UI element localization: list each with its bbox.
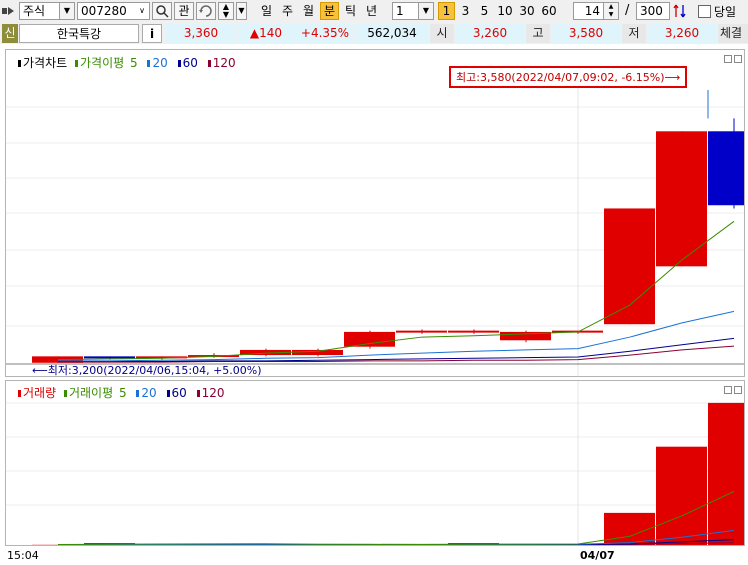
candle-body (708, 131, 744, 206)
open-price: 3,260 (455, 24, 525, 43)
high-price: 3,580 (551, 24, 621, 43)
x-axis (0, 546, 748, 565)
search-button[interactable] (152, 2, 172, 20)
current-price: 3,360 (166, 24, 236, 43)
period-button-1[interactable]: 주 (278, 2, 297, 20)
candle-body (396, 330, 447, 333)
price-chart-area (6, 80, 744, 376)
today-checkbox[interactable] (698, 5, 711, 18)
strength-label: 체결강 (718, 24, 748, 43)
interval-button-1[interactable]: 3 (457, 2, 474, 20)
interest-button[interactable]: 관 (174, 2, 194, 20)
interval-button-5[interactable]: 60 (539, 2, 559, 20)
volume-bar (656, 446, 707, 545)
chevron-down-icon[interactable]: ▼ (59, 3, 74, 19)
chevron-down-icon[interactable]: ▼ (418, 3, 433, 19)
toolbar: 주식 ▼ 007280 ∨ 관 ▲ ▼ ▼ 일주월분틱년 1 ▼ 1 3 5 10 30 6… (0, 0, 748, 23)
stock-code-input[interactable]: 007280 ∨ (77, 2, 150, 20)
stock-info-row: 신 한국특강 i 3,360 ▲140 +4.35% 562,034 시 3,2… (0, 23, 748, 44)
info-button[interactable]: i (142, 24, 162, 43)
volume-chart-area (6, 381, 744, 545)
high-annotation: 최고:3,580(2022/04/07,09:02, -6.15%)⟶ (449, 66, 688, 88)
interval-button-3[interactable]: 10 (495, 2, 515, 20)
candle-body (292, 349, 343, 356)
stock-code-value: 007280 (81, 4, 127, 18)
period-button-4[interactable]: 틱 (341, 2, 360, 20)
change-percent: +4.35% (296, 24, 354, 43)
high-label: 고 (526, 24, 550, 43)
settings-icon[interactable] (673, 3, 687, 19)
candle-body (656, 131, 707, 267)
stock-name: 한국특강 (19, 24, 139, 43)
search-icon (156, 5, 169, 18)
today-label: 당일 (714, 5, 737, 19)
count-separator: / (625, 3, 630, 18)
view-count-input[interactable]: 14 ▲ ▼ (573, 2, 619, 20)
interval-value: 1 (396, 4, 404, 18)
interval-button-4[interactable]: 30 (517, 2, 537, 20)
credit-badge: 신 (2, 24, 18, 43)
market-select[interactable]: 주식 ▼ (19, 2, 75, 20)
dropdown-button[interactable]: ▼ (236, 2, 247, 20)
interval-select[interactable]: 1 ▼ (392, 2, 434, 20)
period-button-0[interactable]: 일 (257, 2, 276, 20)
market-select-value: 주식 (23, 4, 46, 18)
low-annotation: ⟵최저:3,200(2022/04/06,15:04, +5.00%) (32, 364, 262, 377)
low-label: 저 (622, 24, 646, 43)
candle-body (604, 208, 655, 325)
refresh-button[interactable] (196, 2, 216, 20)
candle-body (344, 331, 395, 347)
total-count-input[interactable]: 300 (636, 2, 670, 20)
interval-button-0[interactable]: 1 (438, 2, 455, 20)
up-down-stepper[interactable]: ▲ ▼ (218, 2, 234, 20)
period-button-3[interactable]: 분 (320, 2, 339, 20)
interval-button-2[interactable]: 5 (476, 2, 493, 20)
chevron-down-icon[interactable]: ∨ (135, 3, 149, 19)
trade-volume: 562,034 (355, 24, 429, 43)
candle-body (84, 356, 135, 359)
low-price: 3,260 (647, 24, 717, 43)
candle-body (448, 330, 499, 333)
spin-icon[interactable]: ▲ ▼ (603, 3, 618, 19)
x-axis-date-label: 04/07 (580, 549, 615, 562)
link-icon[interactable] (2, 4, 16, 18)
view-count-value: 14 (584, 4, 600, 18)
total-count-value: 300 (640, 4, 663, 18)
open-label: 시 (430, 24, 454, 43)
price-change: ▲140 (237, 24, 295, 43)
volume-bar (708, 402, 744, 545)
period-button-2[interactable]: 월 (299, 2, 318, 20)
x-axis-start-label: 15:04 (7, 549, 39, 562)
refresh-icon (199, 5, 212, 17)
period-button-5[interactable]: 년 (362, 2, 381, 20)
